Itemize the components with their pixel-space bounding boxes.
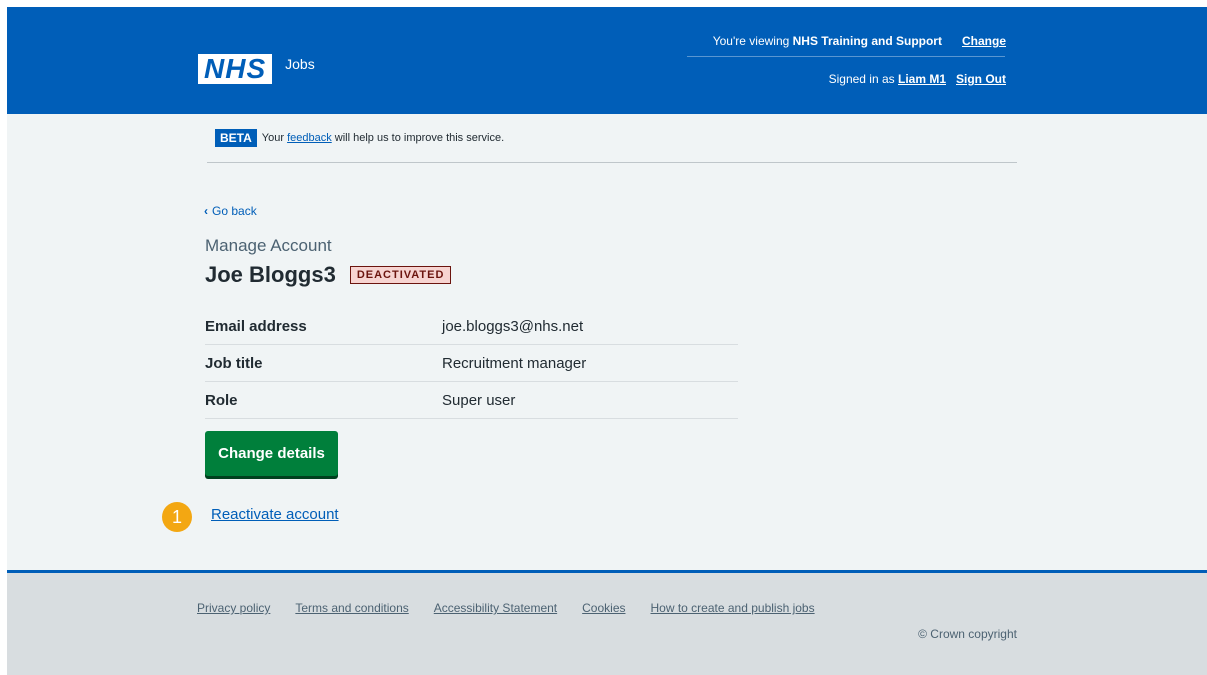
reactivate-account-link[interactable]: Reactivate account [211, 506, 339, 523]
header-divider [687, 56, 1005, 57]
change-details-button[interactable]: Change details [205, 431, 338, 476]
sign-out-link[interactable]: Sign Out [956, 72, 1006, 86]
copyright-text: © Crown copyright [918, 627, 1017, 641]
beta-text-after: will help us to improve this service. [334, 132, 505, 144]
go-back-link[interactable]: ‹ Go back [204, 204, 257, 218]
nhs-jobs-logo-link[interactable]: NHS Jobs [198, 54, 315, 84]
page-title: Joe Bloggs3 [205, 262, 336, 287]
summary-key: Email address [205, 317, 307, 335]
account-summary-list: Email address joe.bloggs3@nhs.net Job ti… [205, 308, 738, 419]
nhs-logo: NHS [198, 54, 273, 84]
summary-value: Super user [442, 391, 516, 409]
step-number-badge: 1 [162, 502, 192, 532]
page-caption: Manage Account [205, 236, 332, 255]
footer-link-how-to-publish[interactable]: How to create and publish jobs [651, 601, 815, 615]
chevron-left-icon: ‹ [204, 204, 208, 218]
beta-divider [207, 162, 1017, 163]
go-back-label: Go back [212, 204, 257, 218]
beta-banner: BETA Your feedback will help us to impro… [215, 129, 504, 147]
feedback-link[interactable]: feedback [287, 132, 332, 144]
summary-key: Role [205, 391, 238, 409]
summary-value: Recruitment manager [442, 354, 587, 372]
signed-in-bar: Signed in as Liam M1 Sign Out [829, 72, 1006, 86]
user-name-link[interactable]: Liam M1 [898, 72, 946, 86]
beta-text-before: Your [261, 132, 285, 144]
site-header: You're viewing NHS Training and Support C… [7, 7, 1207, 114]
site-footer: Privacy policy Terms and conditions Acce… [7, 570, 1207, 675]
summary-value: joe.bloggs3@nhs.net [442, 317, 584, 335]
footer-links: Privacy policy Terms and conditions Acce… [197, 601, 840, 615]
change-org-link[interactable]: Change [962, 34, 1006, 48]
signed-in-prefix: Signed in as [828, 72, 898, 86]
status-badge: DEACTIVATED [349, 266, 452, 284]
summary-key: Job title [205, 354, 263, 372]
summary-row-role: Role Super user [205, 382, 738, 419]
page-frame: You're viewing NHS Training and Support C… [7, 7, 1207, 675]
viewing-org-name: NHS Training and Support [792, 34, 942, 48]
title-row: Joe Bloggs3 DEACTIVATED [205, 262, 452, 288]
footer-link-cookies[interactable]: Cookies [582, 601, 625, 615]
beta-tag: BETA [215, 129, 257, 147]
summary-row-job-title: Job title Recruitment manager [205, 345, 738, 382]
footer-link-privacy[interactable]: Privacy policy [197, 601, 270, 615]
footer-link-accessibility[interactable]: Accessibility Statement [434, 601, 557, 615]
viewing-org-bar: You're viewing NHS Training and Support C… [713, 34, 1006, 48]
summary-row-email: Email address joe.bloggs3@nhs.net [205, 308, 738, 345]
viewing-prefix: You're viewing [712, 34, 793, 48]
service-name: Jobs [285, 56, 315, 72]
footer-link-terms[interactable]: Terms and conditions [295, 601, 408, 615]
